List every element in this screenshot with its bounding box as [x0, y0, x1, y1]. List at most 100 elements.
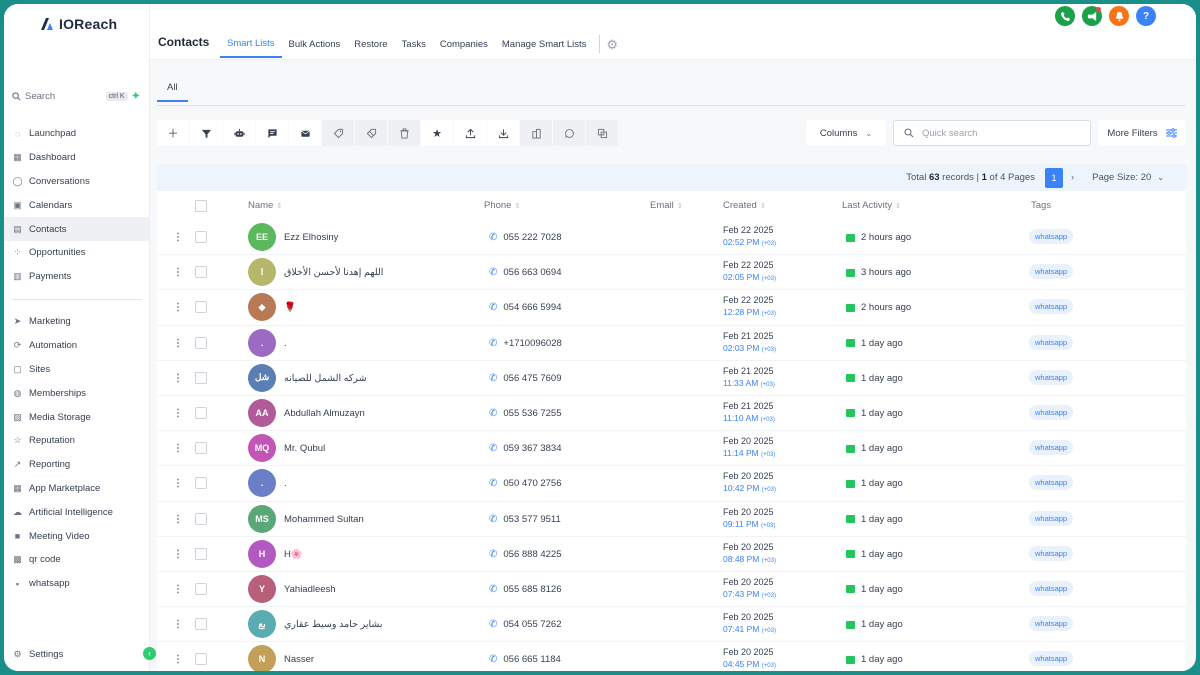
- tag-badge[interactable]: whatsapp: [1029, 616, 1074, 632]
- row-checkbox[interactable]: [195, 406, 207, 419]
- sidebar-item-reputation[interactable]: ☆ Reputation: [4, 429, 150, 453]
- export-button[interactable]: [454, 120, 486, 146]
- column-header-phone[interactable]: Phone ⇕: [484, 200, 520, 211]
- review-request-button[interactable]: ★: [421, 120, 453, 146]
- sidebar-item-sites[interactable]: ▢ Sites: [4, 358, 150, 382]
- delete-button[interactable]: [388, 120, 420, 146]
- add-tag-button[interactable]: [322, 120, 354, 146]
- tag-badge[interactable]: whatsapp: [1029, 369, 1074, 385]
- row-menu-icon[interactable]: ⋮: [173, 302, 183, 313]
- tag-badge[interactable]: whatsapp: [1029, 334, 1074, 350]
- row-checkbox[interactable]: [195, 231, 207, 243]
- tag-badge[interactable]: whatsapp: [1029, 440, 1074, 456]
- whatsapp-button[interactable]: [553, 120, 585, 146]
- phone-call-button[interactable]: [1055, 6, 1075, 26]
- contact-phone[interactable]: ✆ 053 577 9511: [489, 514, 561, 525]
- help-button[interactable]: ?: [1136, 6, 1156, 26]
- import-button[interactable]: [487, 120, 519, 146]
- contact-phone[interactable]: ✆ +1710096028: [489, 338, 562, 349]
- tab-tasks[interactable]: Tasks: [395, 37, 433, 57]
- tab-all[interactable]: All: [157, 80, 188, 102]
- table-row[interactable]: ⋮ N Nasser ✆ 056 665 1184 Feb 20 2025 04:45 PM…: [157, 642, 1186, 671]
- column-header-name[interactable]: Name ⇕: [248, 200, 282, 211]
- table-row[interactable]: ⋮.. ✆ 050 470 2756 Feb 20 2025 10:42 PM (+03…: [157, 466, 1186, 502]
- column-header-last-activity[interactable]: Last Activity ⇕: [842, 200, 901, 211]
- tab-restore[interactable]: Restore: [347, 37, 394, 57]
- row-checkbox[interactable]: [195, 547, 207, 560]
- send-email-button[interactable]: [289, 120, 321, 146]
- sidebar-item-conversations[interactable]: ◯ Conversations: [4, 170, 150, 194]
- table-row[interactable]: ⋮ ◆ 🌹 ✆ 054 666 5994 Feb 22 2025 12:28 PM (+03…: [157, 290, 1186, 326]
- column-header-email[interactable]: Email ⇕: [650, 200, 683, 211]
- collapse-sidebar-button[interactable]: ‹: [143, 647, 156, 660]
- page-size-select[interactable]: Page Size: 20 ⌄: [1092, 172, 1164, 183]
- page-number-button[interactable]: 1: [1044, 167, 1063, 188]
- contact-name[interactable]: .: [284, 478, 287, 489]
- row-menu-icon[interactable]: ⋮: [173, 549, 183, 560]
- announcements-button[interactable]: [1082, 6, 1102, 26]
- tab-manage-smart-lists[interactable]: Manage Smart Lists: [495, 37, 593, 57]
- add-to-company-button[interactable]: [520, 120, 552, 146]
- contact-phone[interactable]: ✆ 056 475 7609: [489, 373, 562, 384]
- sidebar-item-whatsapp[interactable]: ▪ whatsapp: [4, 572, 150, 596]
- add-contact-button[interactable]: ＋: [157, 120, 189, 146]
- column-header-created[interactable]: Created ⇕: [723, 200, 766, 211]
- logo[interactable]: IOReach: [40, 16, 117, 32]
- merge-button[interactable]: [586, 120, 618, 146]
- contact-phone[interactable]: ✆ 056 663 0694: [489, 267, 562, 278]
- row-checkbox[interactable]: [195, 371, 207, 384]
- sidebar-item-settings[interactable]: ⚙ Settings ‹: [4, 644, 156, 664]
- send-sms-button[interactable]: [256, 120, 288, 146]
- select-all-checkbox[interactable]: [195, 200, 207, 212]
- row-menu-icon[interactable]: ⋮: [173, 267, 183, 278]
- contact-name[interactable]: بشاير حامد وسيط عقاري: [284, 619, 382, 630]
- row-menu-icon[interactable]: ⋮: [173, 373, 183, 384]
- tab-bulk-actions[interactable]: Bulk Actions: [282, 37, 348, 57]
- contact-name[interactable]: H🌸: [284, 549, 303, 560]
- contact-name[interactable]: Abdullah Almuzayn: [284, 408, 365, 419]
- row-checkbox[interactable]: [195, 582, 207, 595]
- sidebar-item-media-storage[interactable]: ▨ Media Storage: [4, 405, 150, 429]
- table-row[interactable]: ⋮ MQ Mr. Qubul ✆ 059 367 3834 Feb 20 2025 11:1…: [157, 431, 1186, 467]
- row-checkbox[interactable]: [195, 512, 207, 525]
- contact-name[interactable]: Mohammed Sultan: [284, 514, 364, 525]
- contact-phone[interactable]: ✆ 054 666 5994: [489, 302, 562, 313]
- contact-phone[interactable]: ✆ 055 536 7255: [489, 408, 562, 419]
- table-row[interactable]: ⋮ H H🌸 ✆ 056 888 4225 Feb 20 2025 08:48 PM (+0…: [157, 537, 1186, 572]
- sidebar-item-opportunities[interactable]: ⁘ Opportunities: [4, 241, 150, 265]
- row-menu-icon[interactable]: ⋮: [173, 514, 183, 525]
- contact-phone[interactable]: ✆ 054 055 7262: [489, 619, 562, 630]
- table-row[interactable]: ⋮.. ✆ +1710096028 Feb 21 2025 02:03 PM (+03)…: [157, 326, 1186, 361]
- sidebar-item-reporting[interactable]: ↗ Reporting: [4, 453, 150, 477]
- contact-name[interactable]: Mr. Qubul: [284, 443, 325, 454]
- tag-badge[interactable]: whatsapp: [1029, 545, 1074, 561]
- row-menu-icon[interactable]: ⋮: [173, 408, 183, 419]
- row-menu-icon[interactable]: ⋮: [173, 338, 183, 349]
- row-checkbox[interactable]: [195, 618, 207, 631]
- contact-name[interactable]: .: [284, 338, 287, 349]
- tag-badge[interactable]: whatsapp: [1029, 404, 1074, 420]
- table-row[interactable]: ⋮ بع بشاير حامد وسيط عقاري ✆ 054 055 7262 Feb…: [157, 607, 1186, 643]
- tag-badge[interactable]: whatsapp: [1029, 580, 1074, 596]
- tab-companies[interactable]: Companies: [433, 37, 495, 57]
- table-row[interactable]: ⋮ ا اللهم إهدنا لأحسن الأخلاق ✆ 056 663 0694…: [157, 255, 1186, 291]
- row-menu-icon[interactable]: ⋮: [173, 654, 183, 665]
- contact-phone[interactable]: ✆ 050 470 2756: [489, 478, 562, 489]
- contact-name[interactable]: Ezz Elhosiny: [284, 232, 338, 243]
- contact-phone[interactable]: ✆ 056 665 1184: [489, 654, 561, 665]
- contact-name[interactable]: شركه الشمل للصيانه: [284, 373, 367, 384]
- tag-badge[interactable]: whatsapp: [1029, 264, 1074, 280]
- sidebar-item-contacts[interactable]: ▤ Contacts: [4, 217, 150, 241]
- sidebar-item-qr-code[interactable]: ▩ qr code: [4, 548, 150, 572]
- quick-search-input[interactable]: Quick search: [893, 120, 1091, 146]
- sidebar-item-meeting-video[interactable]: ■ Meeting Video: [4, 524, 150, 548]
- more-filters-button[interactable]: More Filters: [1098, 120, 1186, 146]
- remove-tag-button[interactable]: [355, 120, 387, 146]
- notifications-button[interactable]: [1109, 6, 1129, 26]
- row-menu-icon[interactable]: ⋮: [173, 443, 183, 454]
- table-row[interactable]: ⋮ AA Abdullah Almuzayn ✆ 055 536 7255 Feb 21 …: [157, 396, 1186, 432]
- table-row[interactable]: ⋮ EE Ezz Elhosiny ✆ 055 222 7028 Feb 22 2025 0…: [157, 220, 1186, 256]
- sidebar-item-launchpad[interactable]: ◌ Launchpad: [4, 122, 150, 146]
- row-checkbox[interactable]: [195, 266, 207, 279]
- sidebar-item-calendars[interactable]: ▣ Calendars: [4, 193, 150, 217]
